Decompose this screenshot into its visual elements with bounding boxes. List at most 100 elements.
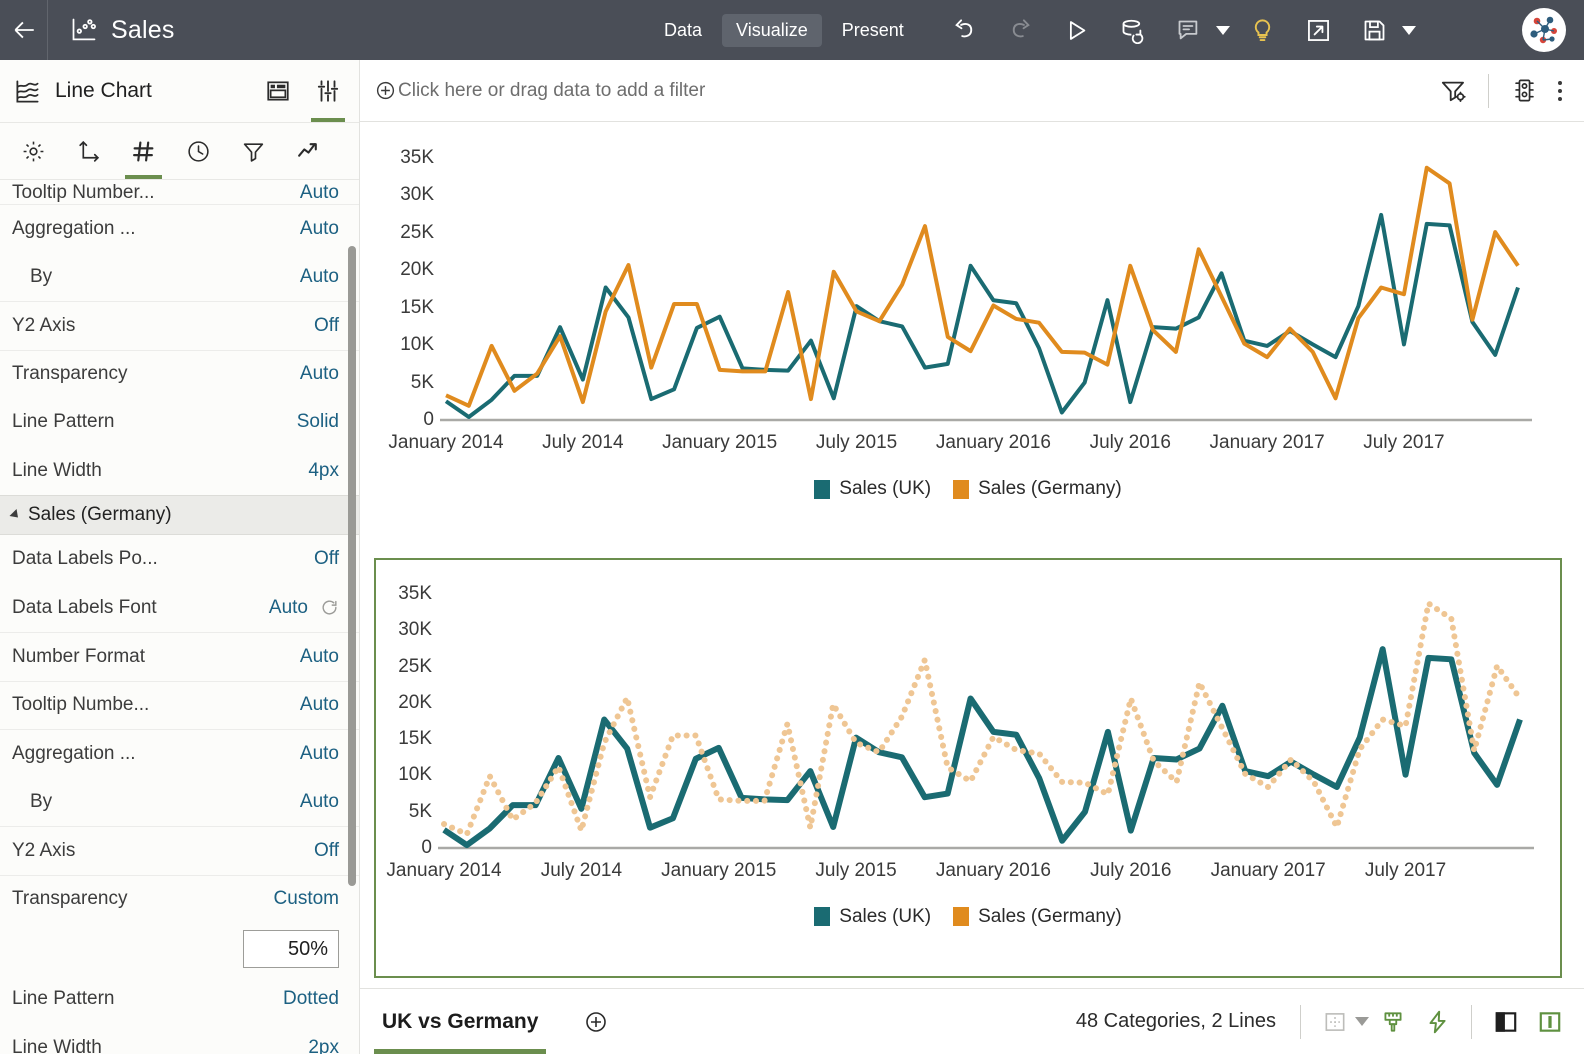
x-tick-label: January 2016 bbox=[936, 860, 1051, 882]
filter-placeholder[interactable]: Click here or drag data to add a filter bbox=[398, 80, 705, 102]
property-label: Data Labels Font bbox=[12, 597, 157, 619]
panel-both-icon[interactable] bbox=[1530, 1002, 1570, 1042]
property-group-sales-germany[interactable]: Sales (Germany) bbox=[0, 495, 359, 535]
property-label: Transparency bbox=[12, 363, 127, 385]
tab-present[interactable]: Present bbox=[828, 14, 918, 47]
share-export-icon[interactable] bbox=[1294, 7, 1342, 53]
property-row[interactable]: Aggregation ... Auto bbox=[0, 729, 359, 778]
properties-panel-icon[interactable] bbox=[311, 60, 345, 122]
app-title-wrap: Sales bbox=[48, 16, 175, 45]
series-line bbox=[446, 215, 1518, 417]
chart-bottom[interactable]: 05K10K15K20K25K30K35K January 2014July 2… bbox=[374, 558, 1562, 978]
property-value[interactable]: Off bbox=[314, 315, 339, 337]
grammar-panel-icon[interactable] bbox=[261, 60, 295, 122]
comment-caret-icon[interactable] bbox=[1216, 26, 1230, 35]
property-row[interactable]: Line Pattern Dotted bbox=[0, 975, 359, 1024]
avatar-graphic bbox=[1524, 10, 1564, 50]
chart-top[interactable]: 05K10K15K20K25K30K35K January 2014July 2… bbox=[376, 130, 1560, 550]
status-bar: UK vs Germany 48 Categories, 2 Lines bbox=[360, 988, 1584, 1054]
legend-item[interactable]: Sales (Germany) bbox=[953, 478, 1122, 500]
panel-left-icon[interactable] bbox=[1486, 1002, 1526, 1042]
grid-layout-caret-icon[interactable] bbox=[1355, 1017, 1369, 1026]
property-value[interactable]: Off bbox=[314, 548, 339, 570]
property-value[interactable]: Auto bbox=[300, 791, 339, 813]
paint-brush-icon[interactable] bbox=[1373, 1002, 1413, 1042]
chart-top-legend: Sales (UK) Sales (Germany) bbox=[376, 478, 1560, 500]
date-icon[interactable] bbox=[171, 123, 226, 179]
traffic-light-icon[interactable] bbox=[1502, 69, 1546, 113]
property-row[interactable]: Y2 Axis Off bbox=[0, 826, 359, 875]
property-row[interactable]: Line Width 2px bbox=[0, 1024, 359, 1054]
property-label: Line Pattern bbox=[12, 411, 114, 433]
property-value[interactable]: Auto bbox=[300, 646, 339, 668]
redo-icon[interactable] bbox=[996, 7, 1044, 53]
property-row[interactable]: Aggregation ... Auto bbox=[0, 204, 359, 253]
chart-bottom-legend: Sales (UK) Sales (Germany) bbox=[376, 906, 1560, 928]
top-bar: Sales Data Visualize Present bbox=[0, 0, 1584, 60]
add-sheet-icon[interactable] bbox=[584, 1010, 608, 1034]
values-icon[interactable] bbox=[116, 123, 171, 179]
property-row[interactable]: Data Labels Font Auto bbox=[0, 584, 359, 633]
x-tick-label: July 2015 bbox=[815, 860, 896, 882]
property-value[interactable]: Auto bbox=[300, 694, 339, 716]
legend-item[interactable]: Sales (Germany) bbox=[953, 906, 1122, 928]
property-row[interactable]: Transparency Auto bbox=[0, 350, 359, 399]
chart-top-plot: 05K10K15K20K25K30K35K January 2014July 2… bbox=[376, 130, 1560, 550]
legend-label: Sales (UK) bbox=[839, 906, 931, 928]
property-value[interactable]: 2px bbox=[308, 1037, 339, 1054]
property-row[interactable]: Data Labels Po... Off bbox=[0, 535, 359, 584]
property-row[interactable]: By Auto bbox=[0, 253, 359, 302]
property-row[interactable]: By Auto bbox=[0, 778, 359, 827]
plus-circle-icon[interactable] bbox=[374, 80, 396, 102]
legend-item[interactable]: Sales (UK) bbox=[814, 906, 931, 928]
filter-icon[interactable] bbox=[226, 123, 281, 179]
general-icon[interactable] bbox=[6, 123, 61, 179]
lightning-icon[interactable] bbox=[1417, 1002, 1457, 1042]
property-row[interactable]: Transparency Custom bbox=[0, 875, 359, 924]
property-value[interactable]: Auto bbox=[269, 597, 308, 619]
property-value[interactable]: Dotted bbox=[283, 988, 339, 1010]
group-label: Sales (Germany) bbox=[28, 504, 172, 526]
reset-font-icon[interactable] bbox=[320, 598, 339, 617]
property-row[interactable]: Y2 Axis Off bbox=[0, 301, 359, 350]
tab-visualize[interactable]: Visualize bbox=[722, 14, 822, 47]
body: Line Chart bbox=[0, 60, 1584, 1054]
filter-settings-icon[interactable] bbox=[1431, 69, 1475, 113]
play-icon[interactable] bbox=[1052, 7, 1100, 53]
properties-sidebar: Line Chart bbox=[0, 60, 360, 1054]
property-value[interactable]: Auto bbox=[300, 363, 339, 385]
axis-icon[interactable] bbox=[61, 123, 116, 179]
property-label: Tooltip Number... bbox=[12, 182, 155, 204]
property-value[interactable]: Auto bbox=[300, 743, 339, 765]
property-value[interactable]: Auto bbox=[300, 218, 339, 240]
property-row[interactable]: Line Pattern Solid bbox=[0, 398, 359, 447]
property-value[interactable]: Off bbox=[314, 840, 339, 862]
lightbulb-icon[interactable] bbox=[1238, 7, 1286, 53]
property-label: Line Width bbox=[12, 1037, 102, 1054]
property-row[interactable]: Line Width 4px bbox=[0, 447, 359, 496]
refresh-data-icon[interactable] bbox=[1108, 7, 1156, 53]
property-label: Aggregation ... bbox=[12, 743, 136, 765]
property-row[interactable]: Tooltip Number... Auto bbox=[0, 180, 359, 204]
property-row[interactable]: Tooltip Numbe... Auto bbox=[0, 681, 359, 730]
tab-data[interactable]: Data bbox=[650, 14, 716, 47]
property-value[interactable]: Custom bbox=[274, 888, 339, 910]
analytics-icon[interactable] bbox=[281, 123, 336, 179]
grid-layout-icon[interactable] bbox=[1315, 1002, 1355, 1042]
transparency-input[interactable]: 50% bbox=[243, 930, 339, 968]
legend-item[interactable]: Sales (UK) bbox=[814, 478, 931, 500]
property-value[interactable]: 4px bbox=[308, 460, 339, 482]
property-row[interactable]: Number Format Auto bbox=[0, 632, 359, 681]
property-value[interactable]: Auto bbox=[300, 266, 339, 288]
sidebar-scrollbar[interactable] bbox=[348, 246, 356, 886]
save-icon[interactable] bbox=[1350, 7, 1398, 53]
property-value[interactable]: Auto bbox=[300, 182, 339, 204]
user-avatar[interactable] bbox=[1522, 8, 1566, 52]
save-caret-icon[interactable] bbox=[1402, 26, 1416, 35]
back-button[interactable] bbox=[0, 0, 48, 60]
undo-icon[interactable] bbox=[940, 7, 988, 53]
property-value[interactable]: Solid bbox=[297, 411, 339, 433]
more-options-icon[interactable] bbox=[1550, 81, 1570, 101]
comment-icon[interactable] bbox=[1164, 7, 1212, 53]
sheet-tab-uk-vs-germany[interactable]: UK vs Germany bbox=[374, 989, 546, 1054]
